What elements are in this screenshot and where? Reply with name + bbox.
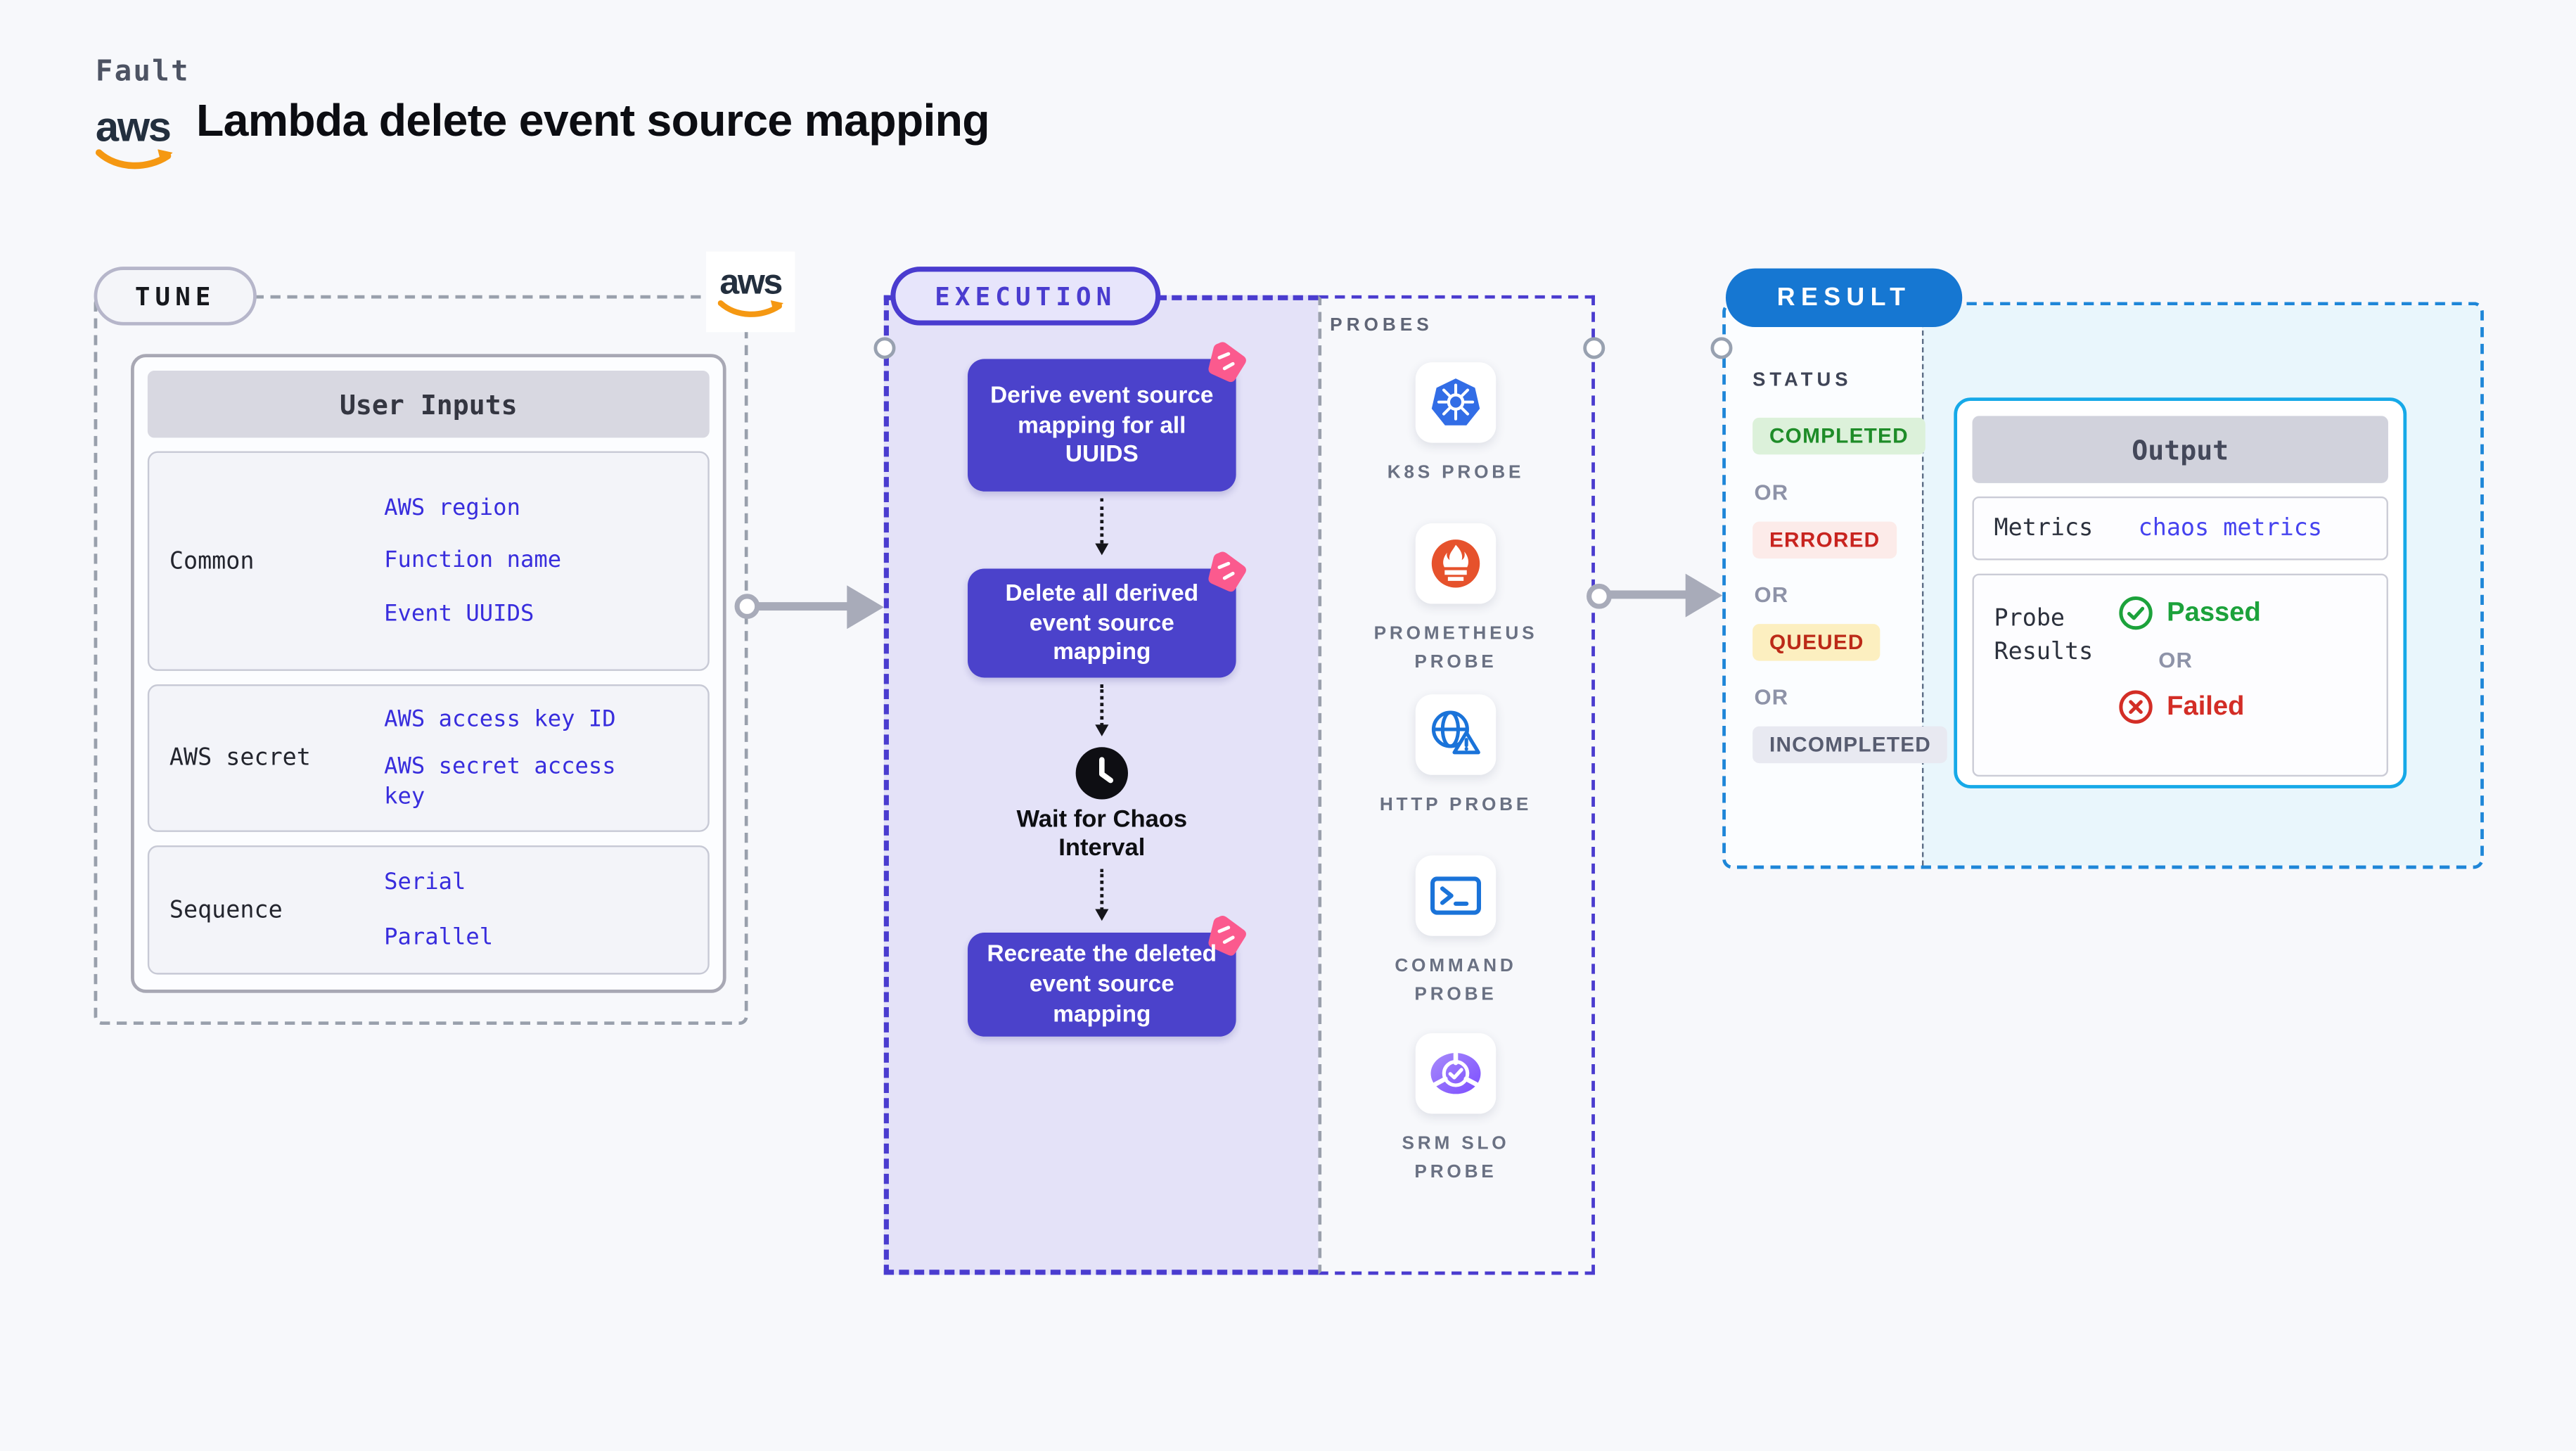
input-value: AWS access key ID — [384, 705, 616, 733]
step-node-derive: Derive event source mapping for all UUID… — [968, 342, 1246, 492]
input-value: Function name — [384, 547, 562, 575]
port-circle — [1583, 337, 1606, 359]
user-inputs-card: User Inputs Common AWS region Function n… — [131, 354, 726, 993]
flow-connector-arrow — [1095, 498, 1109, 556]
x-circle-icon — [2119, 690, 2153, 724]
input-row-aws-secret: AWS secret AWS access key ID AWS secret … — [147, 684, 710, 832]
step-node-delete: Delete all derived event source mapping — [968, 551, 1246, 678]
port-circle — [1710, 337, 1733, 359]
probes-heading: PROBES — [1330, 315, 1433, 335]
flow-connector-arrow — [1095, 869, 1109, 921]
probe-card-http — [1415, 694, 1497, 775]
wait-step-label: Wait for Chaos Interval — [968, 807, 1236, 865]
aws-smile-icon — [95, 149, 173, 170]
probe-outcomes: Passed OR Failed — [2118, 575, 2387, 775]
or-label: OR — [2158, 647, 2193, 673]
passed-label: Passed — [2167, 598, 2261, 627]
input-row-values: AWS access key ID AWS secret access key — [384, 686, 677, 830]
result-pill: RESULT — [1725, 268, 1963, 328]
input-row-values: Serial Parallel — [384, 847, 677, 973]
connector-line — [1606, 590, 1689, 599]
probe-results-label: Probe Results — [1974, 575, 2118, 775]
input-row-label: Common — [169, 547, 255, 575]
aws-wordmark: aws — [95, 103, 172, 151]
aws-logo: aws — [95, 103, 179, 181]
aws-smile-icon — [717, 299, 783, 317]
diagram-canvas: Fault aws Lambda delete event source map… — [0, 0, 2576, 1451]
probe-card-srm-slo — [1415, 1033, 1497, 1114]
flow-connector-arrow — [1095, 684, 1109, 736]
probe-label-command: COMMAND PROBE — [1395, 956, 1517, 1004]
step-node-label: Delete all derived event source mapping — [1005, 577, 1199, 665]
user-inputs-header: User Inputs — [147, 371, 710, 438]
step-node-label: Recreate the deleted event source mappin… — [987, 939, 1217, 1027]
or-label: OR — [1754, 684, 1789, 710]
http-globe-warning-icon — [1431, 710, 1480, 755]
output-card: Output Metrics chaos metrics Probe Resul… — [1954, 397, 2407, 788]
input-value: AWS secret access key — [384, 753, 616, 811]
slo-donut-check-icon — [1430, 1051, 1481, 1094]
metrics-row: Metrics chaos metrics — [1972, 496, 2388, 561]
wait-step-label-text: Wait for Chaos Interval — [1016, 807, 1188, 863]
terminal-icon — [1430, 876, 1481, 915]
probe-results-row: Probe Results Passed OR Failed — [1972, 573, 2388, 777]
input-value: Serial — [384, 869, 466, 897]
clock-icon — [1075, 747, 1128, 800]
arrow-right-icon — [847, 585, 884, 629]
connector-dot — [734, 594, 760, 619]
status-badge-incompleted: INCOMPLETED — [1752, 726, 1948, 764]
check-circle-icon — [2119, 596, 2153, 630]
passed-outcome: Passed — [2118, 596, 2387, 631]
tune-aws-logo-card: aws — [706, 251, 795, 333]
probe-label-http: HTTP PROBE — [1379, 795, 1532, 816]
aws-wordmark: aws — [719, 262, 783, 302]
connector-dot — [1587, 583, 1612, 609]
input-row-common: Common AWS region Function name Event UU… — [147, 451, 710, 671]
execution-pill: EXECUTION — [890, 267, 1161, 326]
input-row-sequence: Sequence Serial Parallel — [147, 845, 710, 975]
probe-card-prometheus — [1415, 523, 1497, 604]
status-badge-queued: QUEUED — [1752, 624, 1881, 661]
input-row-label: AWS secret — [169, 744, 311, 772]
status-badge-errored: ERRORED — [1752, 521, 1897, 559]
step-node-recreate: Recreate the deleted event source mappin… — [968, 915, 1246, 1037]
input-value: AWS region — [384, 494, 520, 521]
failed-label: Failed — [2167, 691, 2245, 721]
probe-results-label-text: Probe Results — [1994, 605, 2094, 667]
tune-pill: TUNE — [94, 267, 257, 326]
probe-card-k8s — [1415, 362, 1497, 443]
probe-label-k8s: K8S PROBE — [1387, 463, 1525, 483]
output-header: Output — [1972, 416, 2388, 483]
status-heading: STATUS — [1752, 371, 1852, 391]
fault-kicker: Fault — [95, 55, 190, 89]
connector-line — [755, 602, 851, 611]
result-column-separator — [1921, 305, 1924, 866]
or-label: OR — [1754, 480, 1789, 505]
prometheus-icon — [1431, 539, 1480, 588]
status-badge-completed: COMPLETED — [1752, 417, 1925, 455]
chaos-metrics-link[interactable]: chaos metrics — [2139, 515, 2322, 542]
arrow-right-icon — [1685, 573, 1723, 618]
input-row-label: Sequence — [169, 896, 283, 923]
or-label: OR — [1754, 582, 1789, 608]
metrics-label: Metrics — [1994, 515, 2094, 542]
probe-label-prometheus: PROMETHEUS PROBE — [1373, 624, 1538, 672]
input-row-values: AWS region Function name Event UUIDS — [384, 453, 677, 670]
probe-label-srm-slo: SRM SLO PROBE — [1402, 1134, 1510, 1182]
page-title: Lambda delete event source mapping — [196, 95, 990, 146]
failed-outcome: Failed — [2118, 689, 2387, 724]
input-value: Event UUIDS — [384, 601, 534, 628]
kubernetes-icon — [1431, 378, 1480, 426]
probe-card-command — [1415, 855, 1497, 936]
step-node-label: Derive event source mapping for all UUID… — [990, 380, 1214, 468]
input-value: Parallel — [384, 923, 494, 950]
port-circle — [873, 337, 896, 359]
